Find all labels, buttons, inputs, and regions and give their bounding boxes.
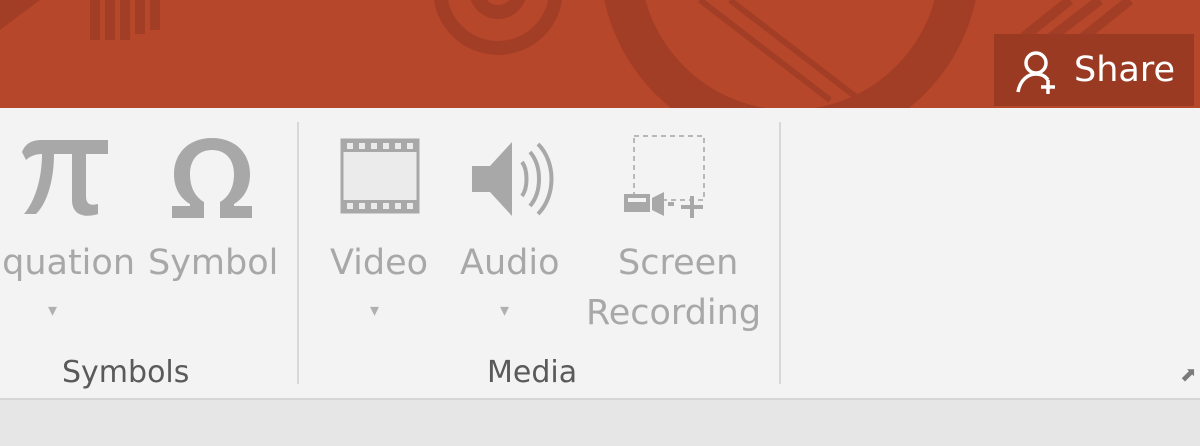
- title-bar: Share: [0, 0, 1200, 108]
- omega-icon: [172, 138, 252, 218]
- audio-button[interactable]: Audio ▾: [456, 130, 576, 330]
- symbol-button[interactable]: Symbol: [148, 130, 278, 330]
- screen-recording-icon: [624, 135, 705, 218]
- share-label: Share: [1074, 50, 1176, 90]
- dialog-launcher-icon[interactable]: ⬈: [1180, 364, 1200, 384]
- share-button[interactable]: Share: [994, 34, 1194, 106]
- pi-icon: [22, 140, 108, 216]
- video-button[interactable]: Video ▾: [326, 130, 436, 330]
- symbol-label: Symbol: [148, 243, 279, 283]
- group-divider: [297, 122, 299, 384]
- screen-recording-label-line2: Recording: [586, 293, 762, 333]
- symbols-group-label: Symbols: [62, 355, 190, 390]
- screen-recording-button[interactable]: Screen Recording: [582, 130, 762, 350]
- chevron-down-icon: ▾: [370, 300, 380, 321]
- equation-label: Equation: [0, 243, 136, 283]
- video-label: Video: [330, 243, 429, 283]
- film-icon: [340, 138, 420, 214]
- media-group-label: Media: [487, 355, 578, 390]
- screen-recording-label-line1: Screen: [618, 243, 739, 283]
- person-add-icon: [1016, 51, 1055, 94]
- chevron-down-icon: ▾: [500, 300, 510, 321]
- speaker-icon: [472, 142, 554, 216]
- equation-button[interactable]: Equation ▾: [0, 130, 140, 330]
- chevron-down-icon: ▾: [48, 300, 58, 321]
- group-divider: [779, 122, 781, 384]
- audio-label: Audio: [460, 243, 560, 283]
- workspace-edge: [0, 400, 1200, 446]
